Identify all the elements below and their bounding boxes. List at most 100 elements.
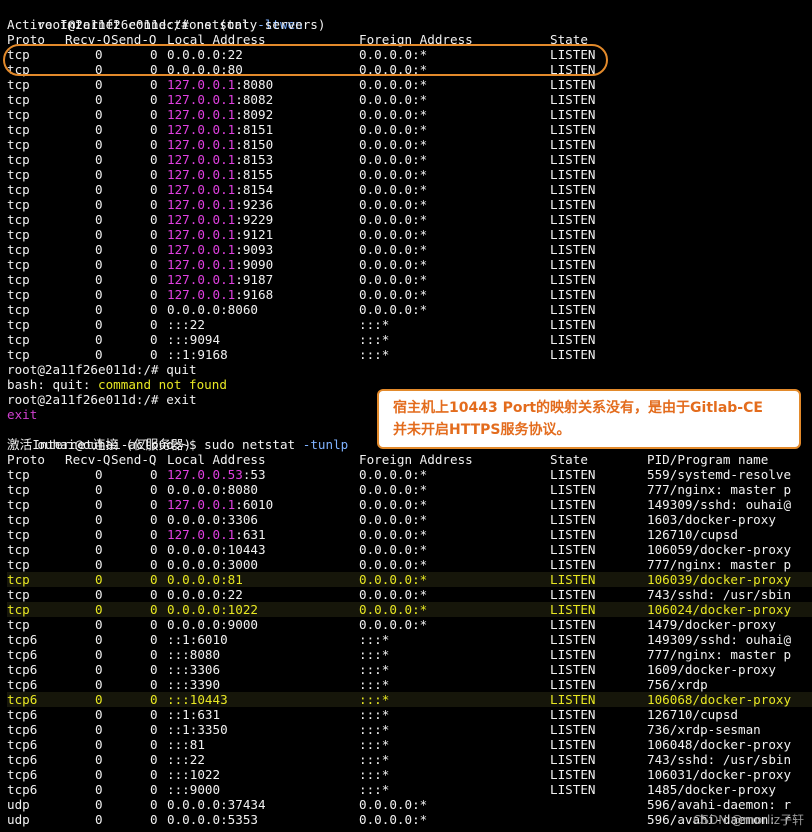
cell-local-ip: :: <box>167 332 183 347</box>
cell-recvq: 0 <box>95 317 103 332</box>
cell-proto: tcp6 <box>7 722 38 737</box>
cell-proto: tcp6 <box>7 767 38 782</box>
cell-local-port: :3350 <box>189 722 228 737</box>
table-row: tcp 0 0 127.0.0.1:8082 0.0.0.0:* LISTEN <box>7 92 812 107</box>
cell-foreign-address: :::* <box>359 677 390 692</box>
cell-foreign-address: 0.0.0.0:* <box>359 587 428 602</box>
cell-recvq: 0 <box>95 737 103 752</box>
cell-local-address: ::1:6010 <box>167 632 228 647</box>
cell-sendq: 0 <box>150 632 158 647</box>
cell-proto: tcp6 <box>7 632 38 647</box>
cell-local-address: 127.0.0.1:8155 <box>167 167 273 182</box>
cell-local-address: 0.0.0.0:8080 <box>167 482 258 497</box>
cell-foreign-address: :::* <box>359 752 390 767</box>
cell-foreign-address: 0.0.0.0:* <box>359 152 428 167</box>
cell-sendq: 0 <box>150 677 158 692</box>
cell-proto: tcp <box>7 152 30 167</box>
cell-foreign-address: 0.0.0.0:* <box>359 257 428 272</box>
cell-local-ip: ::1 <box>167 722 190 737</box>
cell-pid-program: 1603/docker-proxy <box>647 512 776 527</box>
cell-local-address: 127.0.0.1:9121 <box>167 227 273 242</box>
cell-local-address: :::10443 <box>167 692 228 707</box>
cell-recvq: 0 <box>95 587 103 602</box>
cell-sendq: 0 <box>150 212 158 227</box>
annotation-line-1: 宿主机上10443 Port的映射关系没有，是由于Gitlab-CE <box>393 400 763 416</box>
cell-state: LISTEN <box>550 602 596 617</box>
table-row: tcp 0 0 127.0.0.1:9168 0.0.0.0:* LISTEN <box>7 287 812 302</box>
cell-sendq: 0 <box>150 542 158 557</box>
table-header-2: Proto Recv-Q Send-Q Local Address Foreig… <box>7 452 812 467</box>
cell-local-ip: ::1 <box>167 347 190 362</box>
cell-foreign-address: :::* <box>359 347 390 362</box>
table-row: tcp 0 0 0.0.0.0:22 0.0.0.0:* LISTEN 743/sshd: … <box>7 587 812 602</box>
cell-state: LISTEN <box>550 77 596 92</box>
cell-proto: tcp <box>7 212 30 227</box>
cell-foreign-address: 0.0.0.0:* <box>359 617 428 632</box>
cell-recvq: 0 <box>95 797 103 812</box>
cell-state: LISTEN <box>550 122 596 137</box>
cell-foreign-address: 0.0.0.0:* <box>359 107 428 122</box>
table-body: tcp 0 0 0.0.0.0:22 0.0.0.0:* LISTEN tcp 0 0 0.0.0… <box>7 47 812 362</box>
cell-recvq: 0 <box>95 602 103 617</box>
cell-pid-program: 756/xrdp <box>647 677 708 692</box>
cell-recvq: 0 <box>95 482 103 497</box>
cell-sendq: 0 <box>150 227 158 242</box>
table-row: tcp 0 0 0.0.0.0:10443 0.0.0.0:* LISTEN 106059/… <box>7 542 812 557</box>
cell-recvq: 0 <box>95 647 103 662</box>
cell-state: LISTEN <box>550 527 596 542</box>
cell-pid-program: 149309/sshd: ouhai@ <box>647 497 792 512</box>
cell-foreign-address: 0.0.0.0:* <box>359 797 428 812</box>
table-row: tcp 0 0 127.0.0.1:9121 0.0.0.0:* LISTEN <box>7 227 812 242</box>
cell-state: LISTEN <box>550 227 596 242</box>
table-row: tcp6 0 0:::1022:::* LISTEN 106031/docker-pro… <box>7 767 812 782</box>
table-row: tcp 0 0 127.0.0.1:8153 0.0.0.0:* LISTEN <box>7 152 812 167</box>
cell-pid-program: 1485/docker-proxy <box>647 782 776 797</box>
table-row: tcp 0 0 0.0.0.0:3306 0.0.0.0:* LISTEN 1603/doc… <box>7 512 812 527</box>
cell-recvq: 0 <box>95 527 103 542</box>
error-prefix: bash: quit: <box>7 377 98 392</box>
cell-state: LISTEN <box>550 752 596 767</box>
cell-local-port: :9168 <box>189 347 228 362</box>
cell-sendq: 0 <box>150 197 158 212</box>
cell-state: LISTEN <box>550 707 596 722</box>
cell-local-address: 127.0.0.1:8080 <box>167 77 273 92</box>
cell-sendq: 0 <box>150 497 158 512</box>
cell-recvq: 0 <box>95 137 103 152</box>
cell-sendq: 0 <box>150 512 158 527</box>
cell-local-ip: ::1 <box>167 707 190 722</box>
cell-state: LISTEN <box>550 557 596 572</box>
cell-state: LISTEN <box>550 317 596 332</box>
cell-local-address: 0.0.0.0:81 <box>167 572 243 587</box>
cell-sendq: 0 <box>150 77 158 92</box>
cell-foreign-address: :::* <box>359 662 390 677</box>
cell-proto: tcp <box>7 512 30 527</box>
cell-sendq: 0 <box>150 242 158 257</box>
table-row: tcp6 0 0::1:631:::* LISTEN 126710/cupsd <box>7 707 812 722</box>
cell-foreign-address: 0.0.0.0:* <box>359 512 428 527</box>
cell-proto: tcp <box>7 197 30 212</box>
cell-sendq: 0 <box>150 752 158 767</box>
cell-local-ip: 127.0.0.1 <box>167 272 236 287</box>
cell-local-ip: :: <box>167 782 183 797</box>
table-row: tcp6 0 0:::3390:::* LISTEN 756/xrdp <box>7 677 812 692</box>
cell-proto: tcp6 <box>7 662 38 677</box>
table-row: tcp 0 0 127.0.0.1:9093 0.0.0.0:* LISTEN <box>7 242 812 257</box>
cell-foreign-address: 0.0.0.0:* <box>359 467 428 482</box>
cell-foreign-address: 0.0.0.0:* <box>359 227 428 242</box>
cell-foreign-address: 0.0.0.0:* <box>359 167 428 182</box>
cell-local-ip: :: <box>167 737 183 752</box>
cell-sendq: 0 <box>150 587 158 602</box>
cell-recvq: 0 <box>95 77 103 92</box>
cell-local-port: :8080 <box>220 482 258 497</box>
error-message: command not found <box>98 377 227 392</box>
cell-local-address: 0.0.0.0:5353 <box>167 812 258 827</box>
table-row: tcp 0 0 127.0.0.53:53 0.0.0.0:* LISTEN 559/sys… <box>7 467 812 482</box>
cell-pid-program: 106059/docker-proxy <box>647 542 792 557</box>
table-row: tcp 0 0 127.0.0.1:8150 0.0.0.0:* LISTEN <box>7 137 812 152</box>
cell-recvq: 0 <box>95 767 103 782</box>
cell-pid-program: 126710/cupsd <box>647 707 738 722</box>
cell-recvq: 0 <box>95 287 103 302</box>
cell-local-ip: 127.0.0.1 <box>167 212 236 227</box>
table-row: tcp6 0 0:::22:::* LISTEN 743/sshd: /usr/sbin <box>7 752 812 767</box>
cell-local-address: 127.0.0.1:6010 <box>167 497 273 512</box>
